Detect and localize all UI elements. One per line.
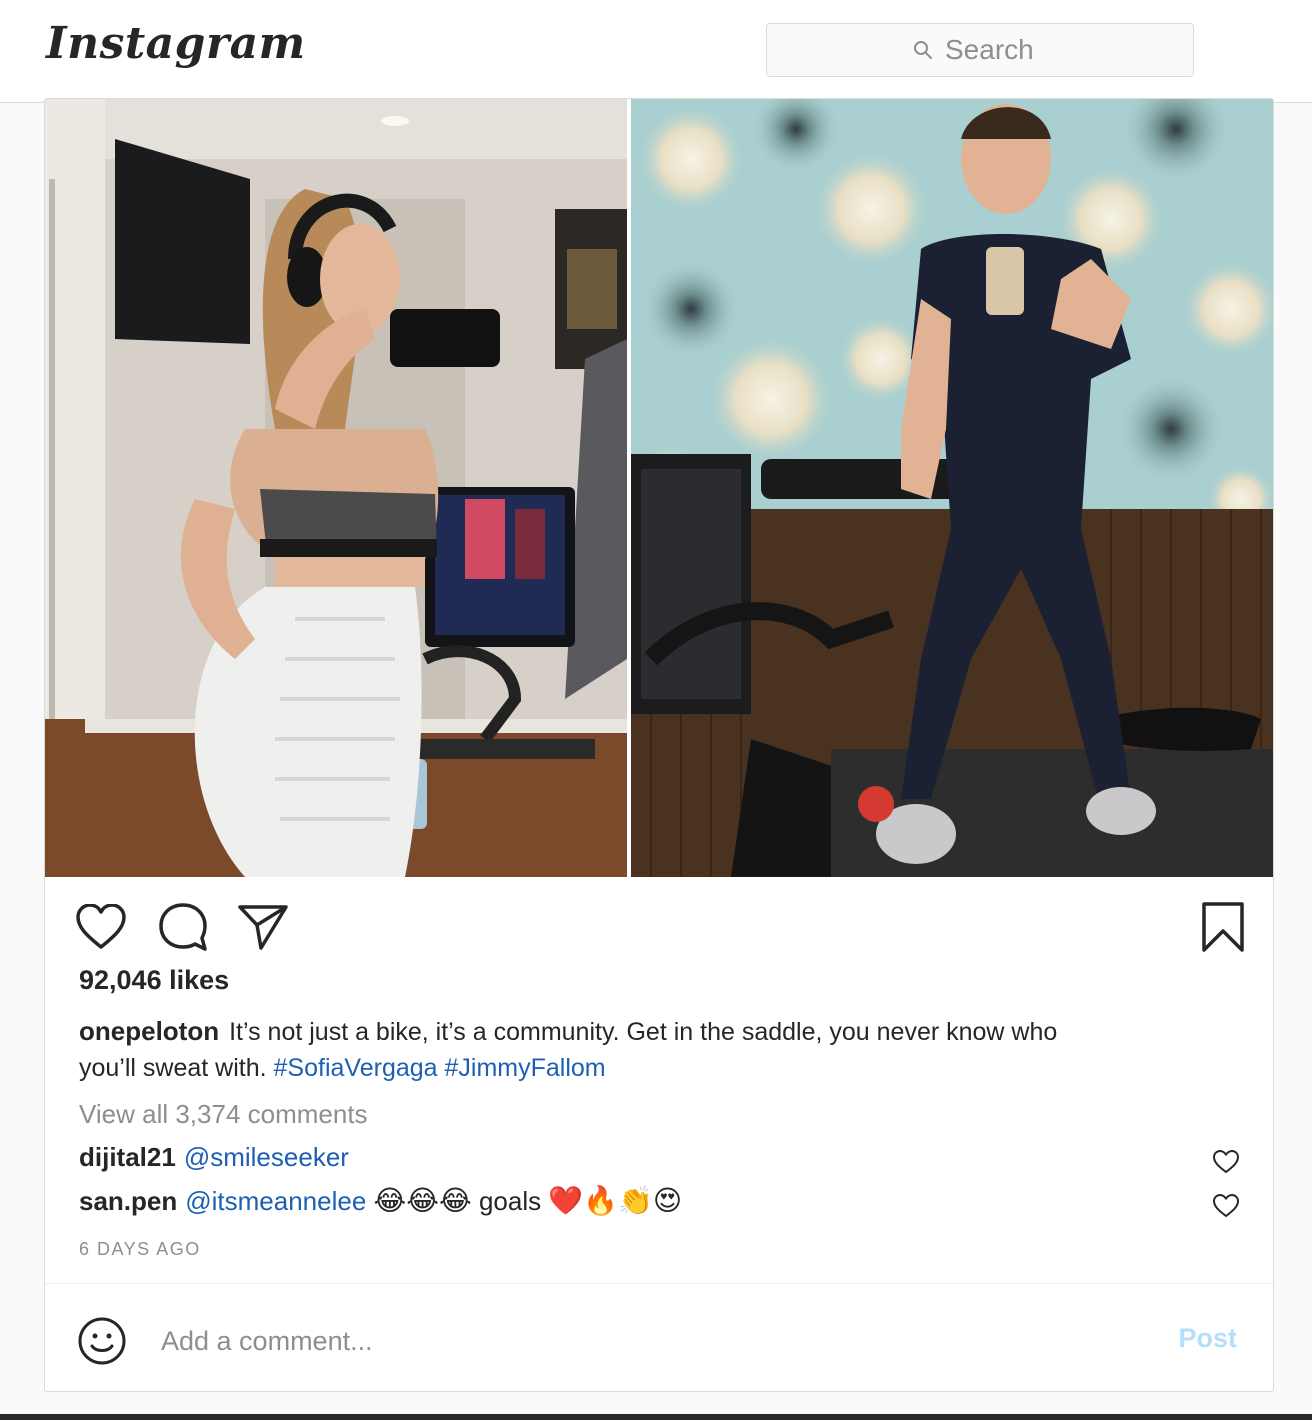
search-box[interactable]	[766, 23, 1194, 77]
comment-like-heart-icon[interactable]	[1212, 1189, 1240, 1218]
comment-username[interactable]: san.pen	[79, 1186, 177, 1216]
laughing-emoji: 😂😂😂	[373, 1185, 472, 1216]
hashtag-link[interactable]: #SofiaVergaga	[274, 1054, 438, 1082]
photo-right	[631, 99, 1273, 877]
top-navigation-bar: Instagram	[0, 0, 1312, 103]
post-timestamp[interactable]: 6 DAYS AGO	[79, 1239, 201, 1260]
comment-mention[interactable]: @itsmeannelee	[185, 1186, 366, 1216]
comment-username[interactable]: dijital21	[79, 1142, 176, 1172]
emoji-smiley-icon[interactable]	[77, 1316, 127, 1366]
caption-username[interactable]: onepeloton	[79, 1016, 219, 1046]
post-caption: onepeloton It’s not just a bike, it’s a c…	[79, 1013, 1079, 1086]
comment-mention[interactable]: @smileseeker	[184, 1142, 349, 1172]
page: Instagram Search 92,046 likes onepeloton…	[0, 0, 1312, 1420]
view-all-comments-link[interactable]: View all 3,374 comments	[79, 1099, 368, 1130]
add-comment-section: Post	[45, 1283, 1273, 1391]
paper-plane-icon[interactable]	[235, 899, 291, 955]
comment-bubble-icon[interactable]	[155, 899, 211, 955]
post-action-bar	[45, 899, 1273, 959]
hashtag-link[interactable]: #JimmyFallom	[445, 1054, 606, 1082]
bookmark-icon[interactable]	[1195, 899, 1251, 955]
window-bottom-edge	[0, 1414, 1312, 1420]
add-comment-input[interactable]	[159, 1318, 1123, 1364]
post-comment-button[interactable]: Post	[1172, 1322, 1243, 1355]
search-icon	[913, 40, 933, 60]
instagram-logo[interactable]: Instagram	[46, 18, 306, 69]
comment-row: dijital21 @smileseeker	[79, 1137, 1240, 1177]
photo-right-illustration	[631, 99, 1273, 877]
post-card: 92,046 likes onepeloton It’s not just a b…	[44, 98, 1274, 1392]
comment-row: san.pen @itsmeannelee 😂😂😂 goals ❤️🔥👏😍	[79, 1181, 1240, 1221]
comment-text: goals	[478, 1186, 542, 1216]
reaction-emojis: ❤️🔥👏😍	[548, 1185, 683, 1216]
search-input[interactable]	[943, 33, 1047, 67]
photo-left	[45, 99, 627, 877]
heart-icon[interactable]	[73, 899, 129, 955]
comment-like-heart-icon[interactable]	[1212, 1145, 1240, 1174]
likes-count[interactable]: 92,046 likes	[79, 965, 229, 996]
photo-left-illustration	[45, 99, 627, 877]
post-image-collage[interactable]	[45, 99, 1273, 877]
